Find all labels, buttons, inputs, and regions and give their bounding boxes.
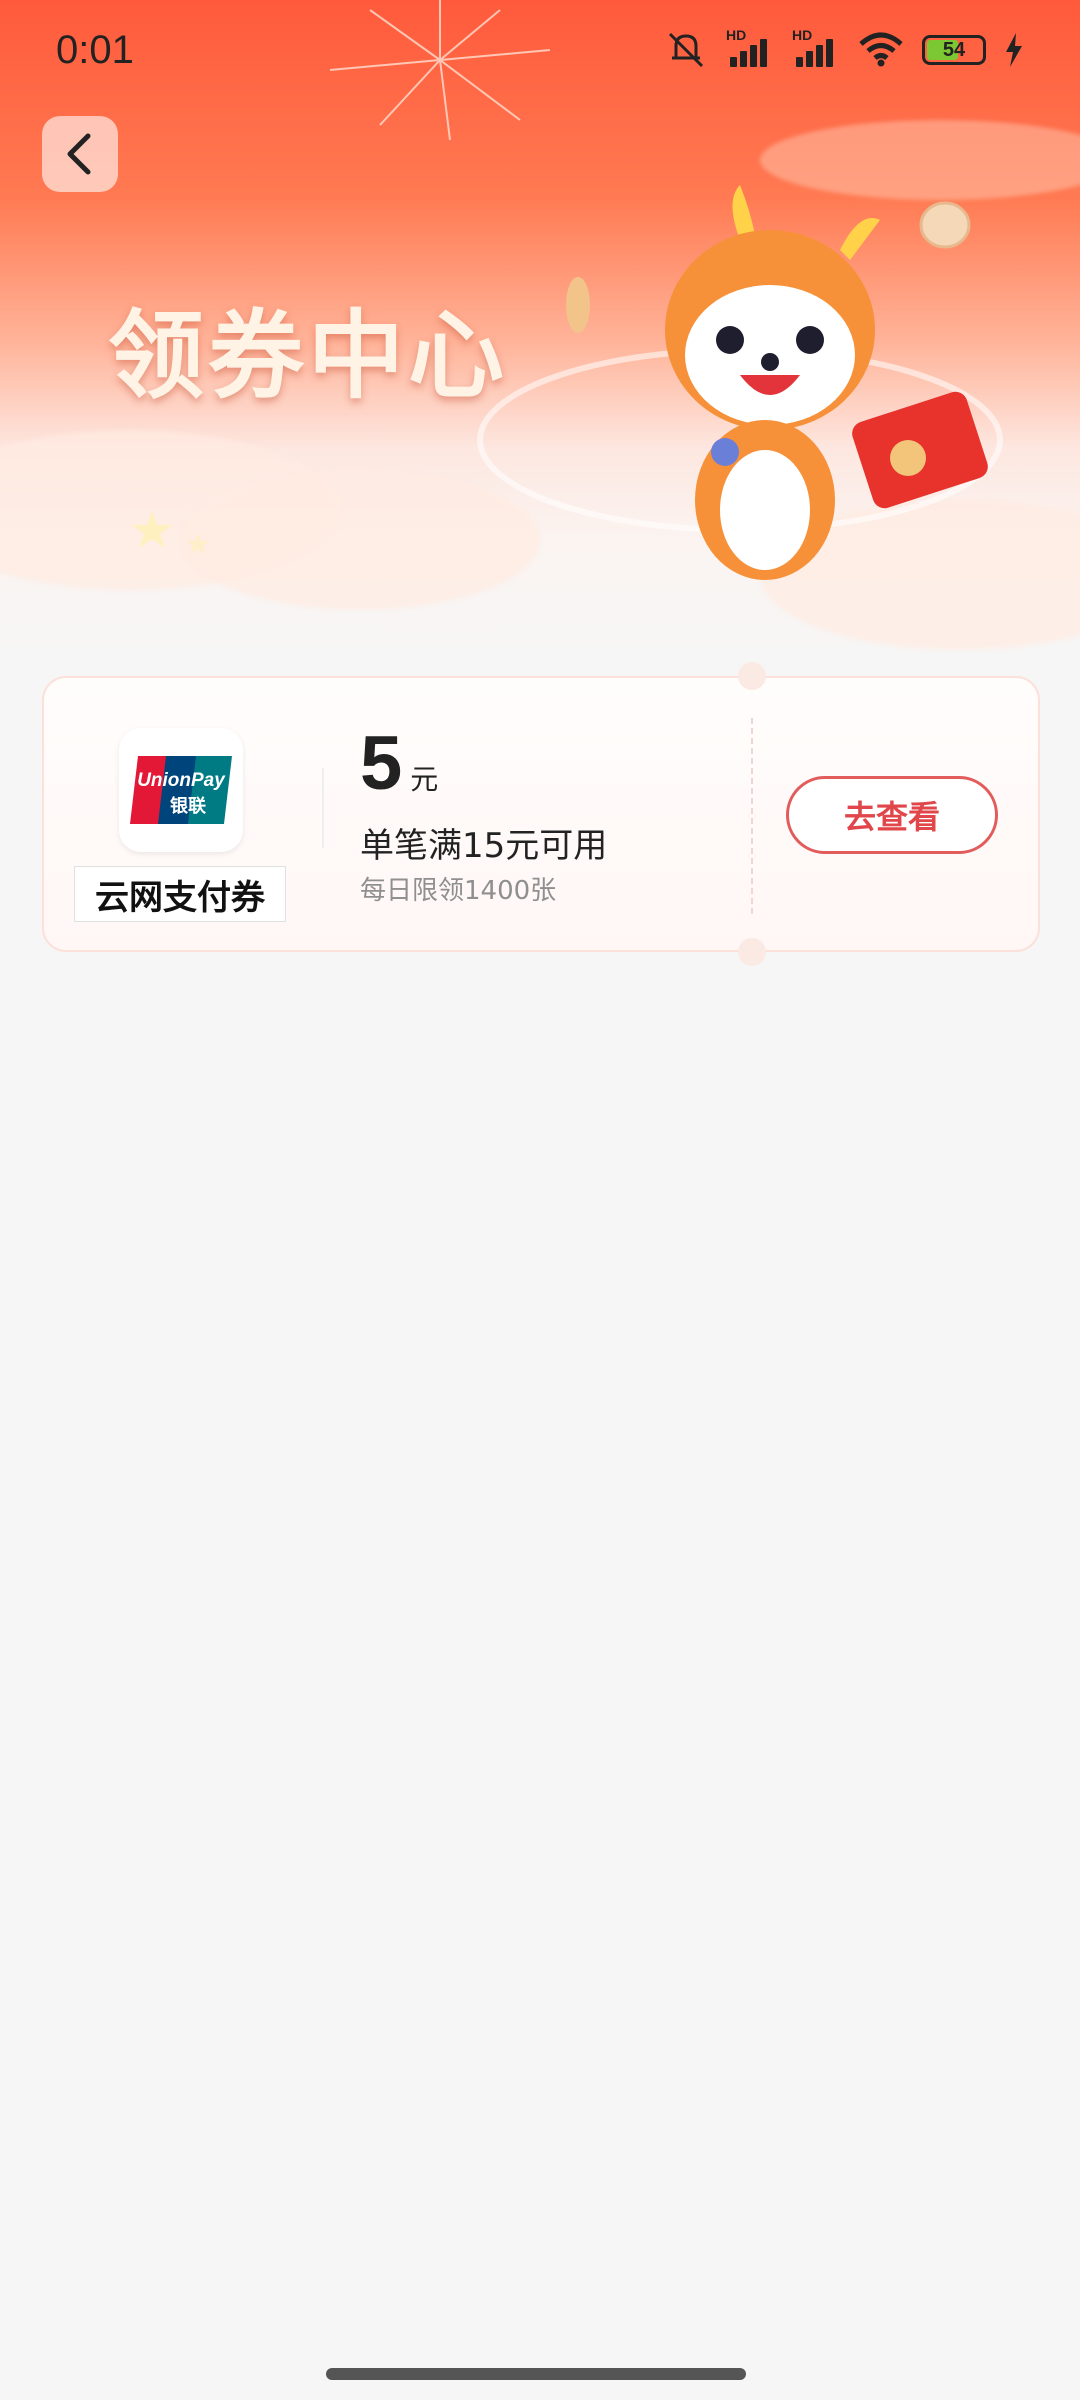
mascot-illustration (477, 185, 1003, 580)
battery-icon: 54 (922, 35, 986, 65)
status-bar: 0:01 HD HD 54 (0, 0, 1080, 100)
chevron-left-icon (67, 133, 91, 175)
coupon-amount-value: 5 (360, 721, 403, 806)
status-time: 0:01 (56, 27, 134, 72)
back-button[interactable] (42, 116, 118, 192)
status-icons: HD HD 54 (664, 27, 1024, 70)
coupon-card: UnionPay 银联 云网支付券 5 元 单笔满15元可用 每日限领1400张… (42, 662, 1040, 966)
unionpay-logo: UnionPay 银联 (119, 728, 243, 852)
signal-icon: HD (792, 27, 840, 67)
charging-icon (1006, 33, 1022, 67)
coupon-amount-unit: 元 (410, 763, 439, 796)
svg-text:银联: 银联 (170, 795, 206, 817)
svg-text:UnionPay: UnionPay (137, 770, 226, 791)
view-coupon-button[interactable]: 去查看 (786, 776, 998, 854)
signal-icon: HD (726, 27, 774, 67)
coupon-amount: 5 元 (360, 720, 438, 807)
home-indicator[interactable] (326, 2368, 746, 2380)
coupon-brand-label: 云网支付券 (74, 866, 286, 922)
coupon-divider (751, 718, 753, 914)
wifi-icon (859, 32, 903, 67)
coupon-daily-limit: 每日限领1400张 (360, 876, 557, 906)
coupon-notch (738, 938, 766, 966)
coupon-notch (738, 662, 766, 690)
coupon-separator (322, 768, 324, 848)
star-decoration (132, 511, 209, 554)
coupon-condition: 单笔满15元可用 (360, 826, 608, 866)
bell-muted-icon (668, 32, 704, 68)
